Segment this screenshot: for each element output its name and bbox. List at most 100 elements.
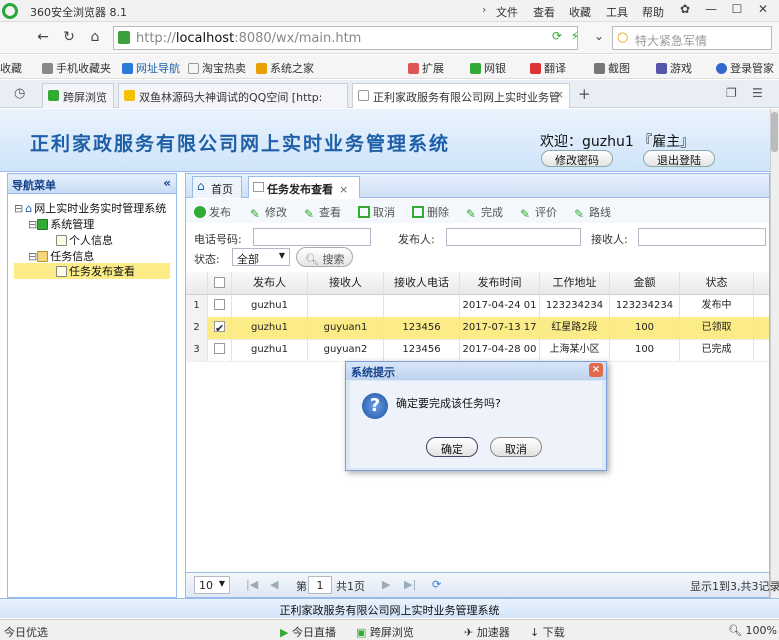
menu-tools[interactable]: 工具 [606, 4, 628, 20]
publisher-input[interactable] [446, 228, 581, 246]
menu-favorites[interactable]: 收藏 [569, 4, 591, 20]
ext-button[interactable]: 扩展 [408, 60, 444, 76]
maximize-button[interactable]: ☐ [726, 2, 748, 19]
minimize-button[interactable]: — [700, 2, 722, 19]
route-button[interactable]: ✎ 路线 [574, 204, 611, 221]
ebank-button[interactable]: 网银 [470, 60, 506, 76]
tab-app[interactable]: 正利家政服务有限公司网上实时业务管 × [352, 83, 570, 108]
table-row[interactable]: 3 guzhu1 guyuan2 123456 2017-04-28 00 上海某小区 10… [186, 339, 769, 362]
home-icon[interactable]: ⌂ [86, 29, 104, 47]
change-password-button[interactable]: 修改密码 [541, 150, 613, 167]
dialog-cancel-button[interactable]: 取消 [490, 437, 542, 457]
col-publisher[interactable]: 发布人 [232, 272, 308, 294]
col-receiver-phone[interactable]: 接收人电话 [384, 272, 460, 294]
menu-help[interactable]: 帮助 [642, 4, 664, 20]
status-cross-screen[interactable]: ▣ 跨屏浏览 [356, 624, 414, 640]
last-page-icon[interactable]: ▶| [404, 578, 416, 591]
tab-qq-space[interactable]: 双鱼林源码大神调试的QQ空间 [http: [118, 83, 348, 108]
delete-button[interactable]: 删除 [412, 204, 449, 220]
complete-button[interactable]: ✎ 完成 [466, 204, 503, 221]
row-checkbox[interactable] [208, 339, 232, 361]
evaluate-button[interactable]: ✎ 评价 [520, 204, 557, 221]
status-recommend[interactable]: 今日优选 [4, 624, 48, 640]
url-input[interactable]: http://localhost:8080/wx/main.htm [113, 26, 578, 50]
tree-node-system[interactable]: ⊟ 系统管理 [28, 216, 94, 232]
bookmark-mobile[interactable]: 手机收藏夹 [42, 60, 111, 76]
dropdown-chevron-icon[interactable]: ⌄ [590, 29, 608, 47]
col-status[interactable]: 状态 [680, 272, 754, 294]
screenshot-button[interactable]: 截图 [594, 60, 630, 76]
table-row[interactable]: 1 guzhu1 2017-04-24 01 123234234 123234234 发布… [186, 295, 769, 318]
login-manager-button[interactable]: 登录管家 [716, 60, 774, 76]
next-page-icon[interactable]: ▶ [382, 578, 390, 591]
col-publish-time[interactable]: 发布时间 [460, 272, 540, 294]
back-icon[interactable]: ← [34, 29, 52, 47]
page-size-select[interactable]: 10 ▼ [194, 576, 230, 594]
dialog-confirm-button[interactable]: 确定 [426, 437, 478, 457]
edit-button[interactable]: ✎ 修改 [250, 204, 287, 221]
status-live[interactable]: ▶ 今日直播 [280, 624, 336, 640]
phone-input[interactable] [253, 228, 371, 246]
tree-node-task-view[interactable]: 任务发布查看 [14, 263, 170, 279]
first-page-icon[interactable]: |◀ [246, 578, 258, 591]
collapse-icon[interactable]: « [163, 176, 171, 190]
tab-home[interactable]: ⌂ 首页 [192, 176, 242, 198]
search-button[interactable]: 🔍︎ 搜索 [296, 247, 354, 267]
reload-icon[interactable]: ⟳ [432, 578, 441, 591]
history-icon[interactable]: ◷ [14, 86, 25, 101]
tab-list-icon[interactable]: ☰ [752, 86, 763, 100]
row-checkbox[interactable] [208, 295, 232, 317]
row-checkbox[interactable] [208, 317, 232, 339]
bookmark-xitong[interactable]: 系统之家 [256, 60, 314, 76]
select-all-checkbox[interactable] [208, 272, 232, 294]
menu-file[interactable]: 文件 [496, 4, 518, 20]
publish-button[interactable]: 发布 [194, 204, 231, 220]
dialog-close-icon[interactable]: × [589, 363, 603, 377]
tab-task-view[interactable]: 任务发布查看 × [248, 176, 360, 198]
tree-node-task[interactable]: ⊟ 任务信息 [28, 248, 94, 264]
receiver-input[interactable] [638, 228, 766, 246]
tab-cross-screen[interactable]: 跨屏浏览 [42, 83, 114, 108]
status-download[interactable]: ↓ 下载 [530, 624, 565, 640]
close-tab-icon[interactable]: × [555, 88, 564, 101]
col-amount[interactable]: 金额 [610, 272, 680, 294]
tree-node-personal[interactable]: 个人信息 [56, 232, 113, 248]
menu-view[interactable]: 查看 [533, 4, 555, 20]
pencil-icon: ✎ [520, 207, 531, 221]
tree-expand-icon[interactable]: ⊟ [14, 202, 23, 215]
speed-mode-icon[interactable]: ⚡ [566, 29, 584, 47]
logout-button[interactable]: 退出登陆 [643, 150, 715, 167]
tree-node-root[interactable]: ⊟ ⌂ 网上实时业务实时管理系统 [14, 200, 166, 216]
status-accelerator[interactable]: ✈ 加速器 [464, 624, 510, 640]
table-row[interactable]: 2 guzhu1guyuan11234562017-07-13 17红星路2段10… [186, 317, 769, 340]
refresh-page-icon[interactable]: ⟳ [548, 29, 566, 47]
page-scrollbar[interactable] [770, 109, 779, 599]
menu-arrow-icon[interactable]: › [482, 3, 486, 16]
close-window-button[interactable]: ✕ [752, 2, 774, 19]
bookmark-favorites[interactable]: 收藏 [0, 60, 22, 76]
folder-open-icon [37, 251, 49, 262]
new-tab-button[interactable]: + [578, 85, 591, 103]
document-icon [56, 266, 67, 277]
close-tab-icon[interactable]: × [339, 183, 348, 196]
translate-button[interactable]: 翻译 [530, 60, 566, 76]
col-work-address[interactable]: 工作地址 [540, 272, 610, 294]
tree-expand-icon[interactable]: ⊟ [28, 250, 37, 263]
tree-expand-icon[interactable]: ⊟ [28, 218, 37, 231]
game-button[interactable]: 游戏 [656, 60, 692, 76]
cancel-task-button[interactable]: 取消 [358, 204, 395, 220]
search-input[interactable]: 特大紧急军情 [612, 26, 772, 50]
col-receiver[interactable]: 接收人 [308, 272, 384, 294]
skin-icon[interactable]: ✿ [674, 2, 696, 19]
page-number-input[interactable]: 1 [308, 576, 332, 594]
prev-page-icon[interactable]: ◀ [270, 578, 278, 591]
status-select[interactable]: 全部 ▼ [232, 248, 290, 266]
bookmark-nav[interactable]: 网址导航 [122, 60, 180, 76]
restore-tab-icon[interactable]: ❐ [726, 86, 737, 100]
view-button[interactable]: ✎ 查看 [304, 204, 341, 221]
bookmark-taobao[interactable]: 淘宝热卖 [188, 60, 246, 76]
search-engine-icon[interactable]: ○ [617, 30, 628, 45]
refresh-icon[interactable]: ↻ [60, 29, 78, 47]
status-zoom[interactable]: 🔍︎ 100% [728, 624, 777, 637]
page-scrollbar-thumb[interactable] [771, 112, 778, 152]
